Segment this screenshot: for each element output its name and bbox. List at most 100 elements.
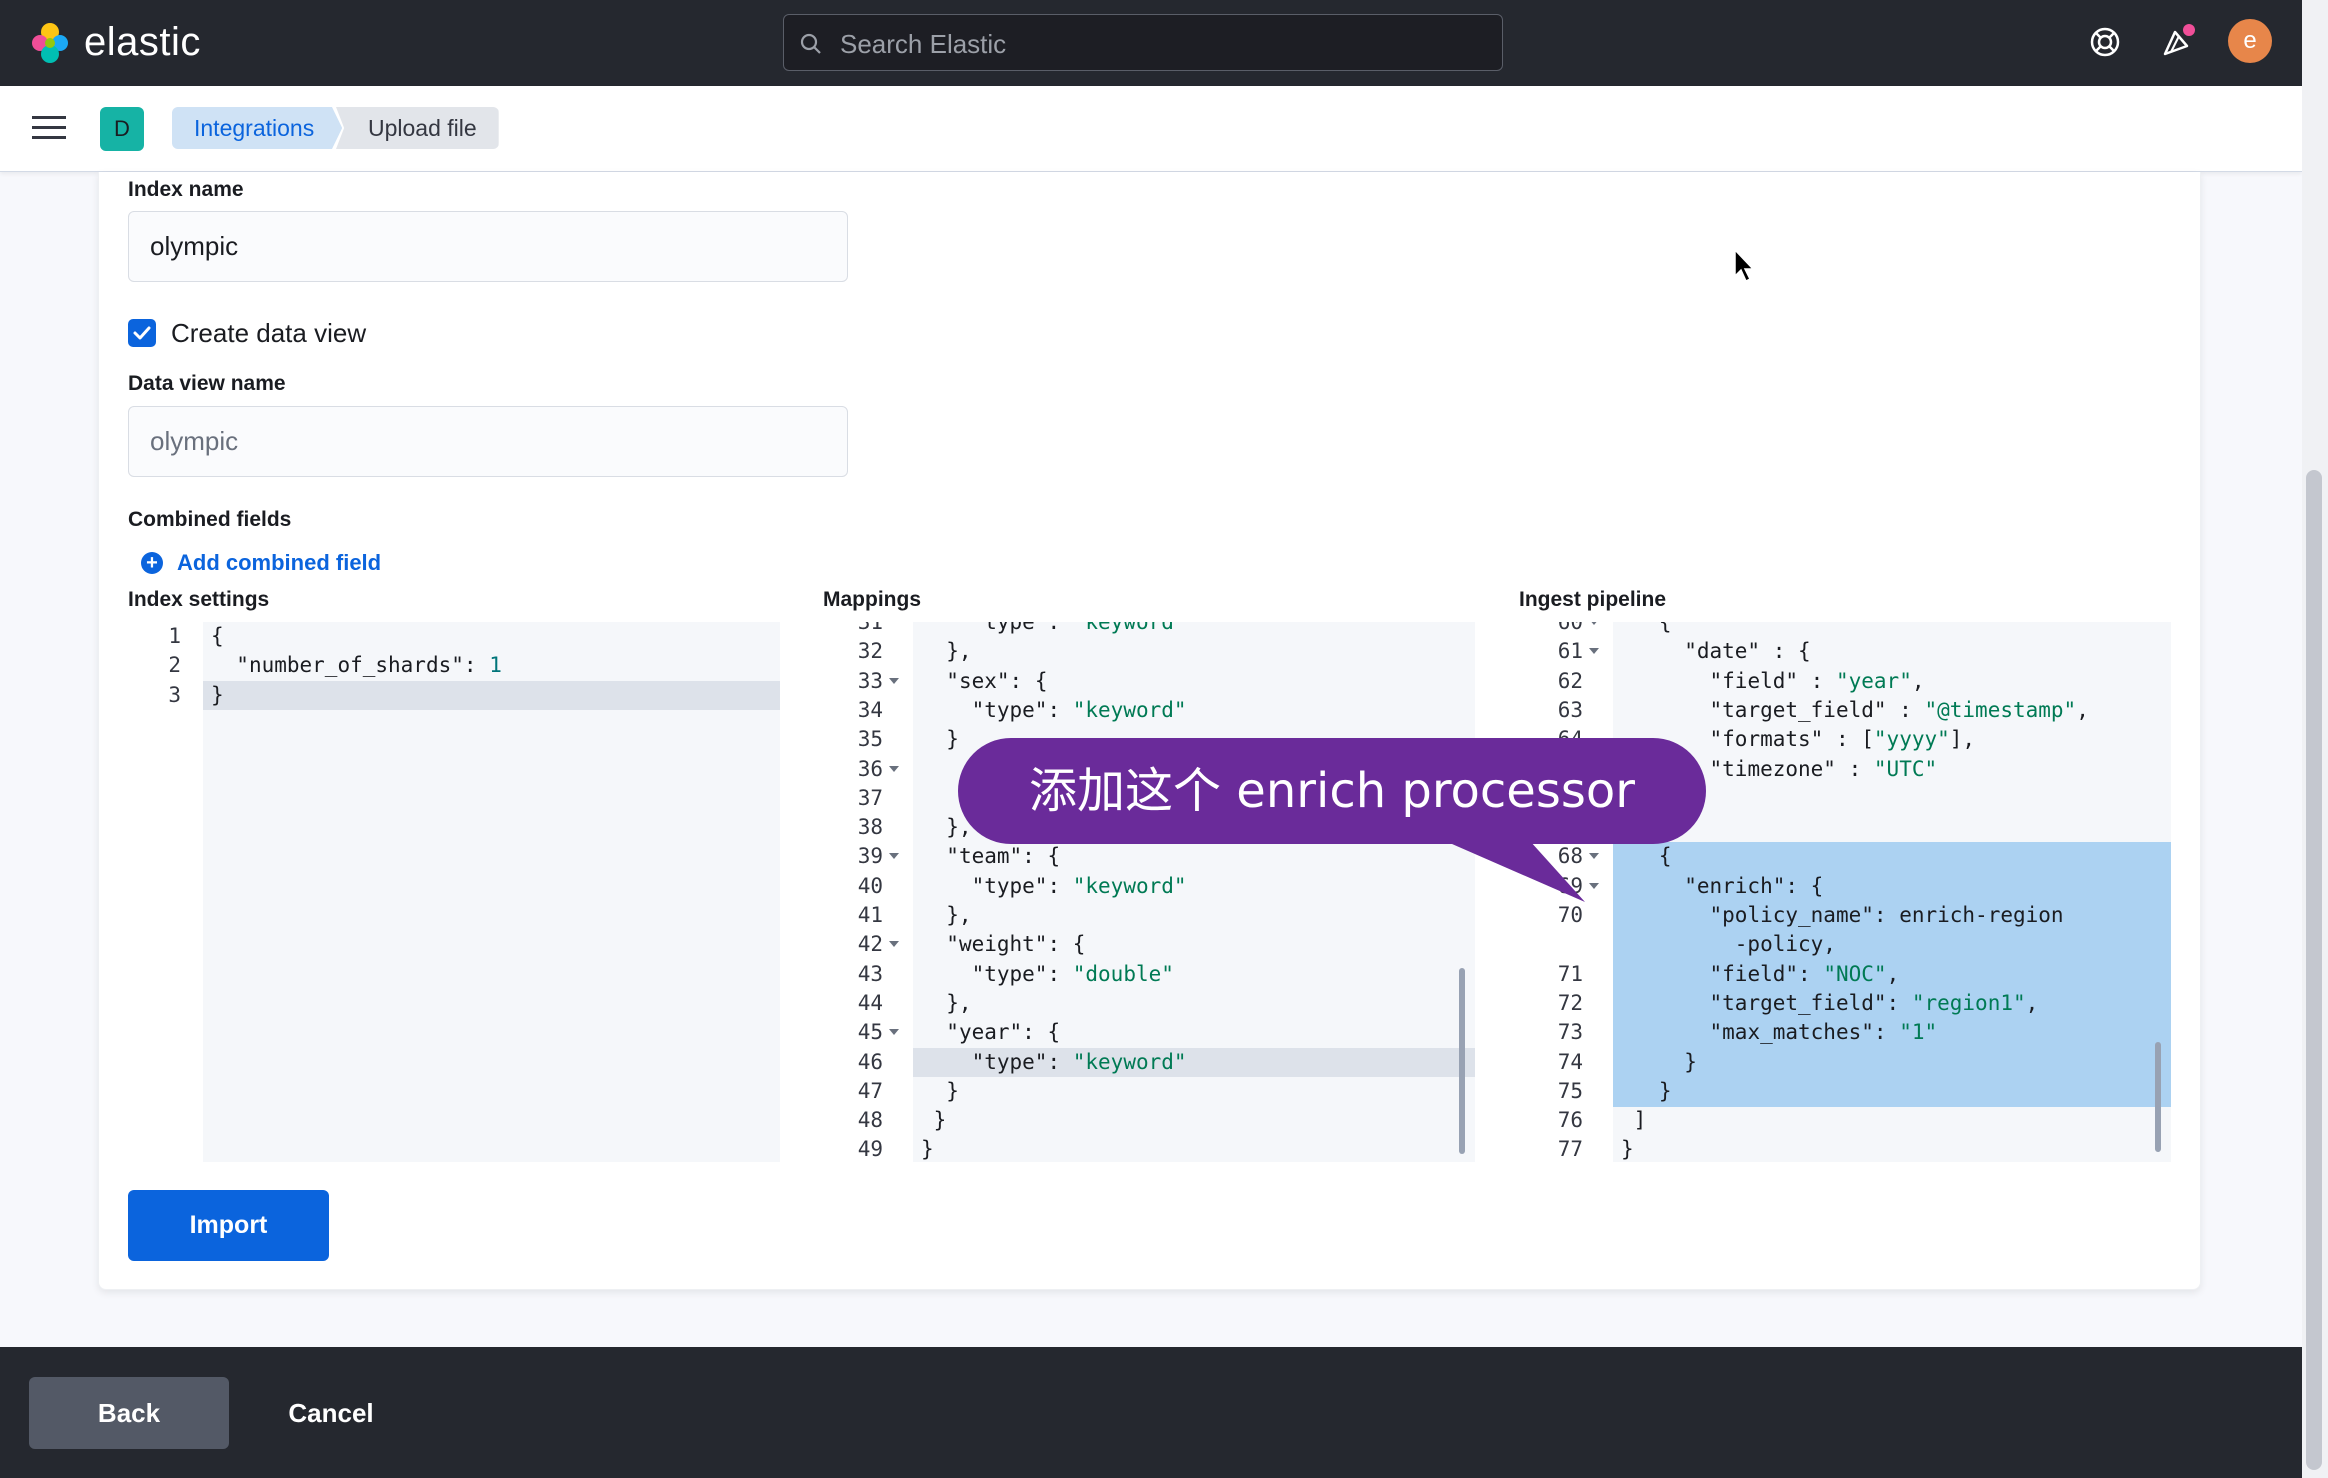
editor-scrollbar[interactable] <box>2155 1042 2161 1152</box>
fold-toggle-icon[interactable] <box>1589 622 1599 625</box>
selection-highlight <box>1613 1076 2171 1107</box>
code-line: } <box>1621 1137 1634 1162</box>
line-number: 42 <box>857 932 883 957</box>
index-settings-label: Index settings <box>128 588 270 611</box>
editor-code: "type": "keyword" }, "sex": { "type": "k… <box>913 622 1475 1162</box>
page-scrollbar-thumb[interactable] <box>2306 470 2322 1470</box>
line-number: 38 <box>857 815 883 840</box>
breadcrumb-bar: D Integrations Upload file <box>0 86 2302 172</box>
search-placeholder: Search Elastic <box>840 29 1007 59</box>
code-line: "target_field": "region1", <box>1709 990 2039 1015</box>
code-line: "type": "keyword" <box>971 873 1187 898</box>
index-name-input[interactable]: olympic <box>128 211 848 282</box>
logo-text: elastic <box>84 20 201 64</box>
mouse-cursor-icon <box>1734 248 1755 283</box>
news-feed-icon[interactable] <box>2157 22 2197 62</box>
menu-icon[interactable] <box>32 114 66 142</box>
search-input[interactable]: Search Elastic <box>783 14 1503 71</box>
code-line: } <box>921 727 959 752</box>
elastic-logo-icon <box>32 22 68 63</box>
code-line: } <box>1621 1049 1697 1074</box>
line-number: 34 <box>857 697 883 722</box>
code-line: "policy_name": enrich-region <box>1709 903 2064 927</box>
fold-toggle-icon[interactable] <box>889 677 899 684</box>
code-line: "weight": { <box>946 932 1086 957</box>
line-number: 63 <box>1557 697 1583 722</box>
top-header: elastic Search Elastic e <box>0 0 2302 86</box>
elastic-logo[interactable]: elastic <box>28 20 201 65</box>
code-line: }, <box>921 815 972 840</box>
create-data-view-label[interactable]: Create data view <box>171 318 366 349</box>
index-name-label: Index name <box>128 178 244 201</box>
code-line: } <box>921 1078 959 1103</box>
fold-toggle-icon[interactable] <box>889 853 899 860</box>
back-button[interactable]: Back <box>29 1377 229 1449</box>
line-number: 41 <box>857 903 883 927</box>
line-number: 48 <box>857 1108 883 1133</box>
index-settings-editor[interactable]: 1 2 3 { "number_of_shards": 1} <box>128 622 780 1162</box>
ingest-pipeline-editor[interactable]: 606162636465666768697071727374757677 { "… <box>1519 622 2171 1162</box>
code-line: "target_field" : "@timestamp", <box>1709 697 2089 722</box>
code-line: "field" : "year", <box>1709 668 1925 693</box>
code-line: { <box>211 624 224 648</box>
code-line: "year": { <box>946 1020 1061 1045</box>
line-number: 74 <box>1557 1049 1583 1074</box>
line-number: 49 <box>857 1137 883 1162</box>
breadcrumb-integrations[interactable]: Integrations <box>172 107 343 149</box>
line-number: 44 <box>857 990 883 1015</box>
line-number: 47 <box>857 1078 883 1103</box>
code-line: }, <box>921 639 972 664</box>
add-combined-field-button[interactable]: + Add combined field <box>141 550 381 576</box>
cancel-button[interactable]: Cancel <box>266 1377 396 1449</box>
line-number: 31 <box>857 622 883 634</box>
mappings-label: Mappings <box>823 588 921 611</box>
create-data-view-checkbox[interactable] <box>128 319 156 347</box>
bottom-bar: Back Cancel <box>0 1347 2302 1478</box>
fold-toggle-icon[interactable] <box>1589 882 1599 889</box>
line-number: 43 <box>857 961 883 986</box>
space-avatar[interactable]: D <box>100 107 144 151</box>
combined-fields-label: Combined fields <box>128 508 292 531</box>
help-icon[interactable] <box>2085 22 2125 62</box>
add-combined-field-label: Add combined field <box>177 550 382 575</box>
fold-toggle-icon[interactable] <box>1589 853 1599 860</box>
line-number: 73 <box>1557 1020 1583 1045</box>
line-number: 39 <box>857 844 883 869</box>
code-line: { <box>1621 622 1672 634</box>
line-number: 45 <box>857 1020 883 1045</box>
code-line: "number_of_shards": 1 <box>236 653 502 678</box>
fold-toggle-icon[interactable] <box>1589 648 1599 655</box>
mappings-editor[interactable]: 31 32 33 34 35 36 37 38 39 40 41 42 43 44 45 46 47 48 49 "… <box>823 622 1475 1162</box>
search-icon <box>800 33 821 54</box>
line-number: 76 <box>1557 1108 1583 1133</box>
code-line: } <box>211 682 224 707</box>
line-number: 3 <box>168 682 181 707</box>
fold-toggle-icon[interactable] <box>889 765 899 772</box>
editor-scrollbar[interactable] <box>1459 968 1465 1154</box>
code-line: ] <box>1621 1108 1647 1133</box>
line-number: 32 <box>857 639 883 664</box>
code-line: -policy, <box>1621 932 1836 957</box>
line-number: 71 <box>1557 961 1583 986</box>
code-line: "sex": { <box>946 668 1048 693</box>
line-number: 40 <box>857 873 883 898</box>
fold-toggle-icon[interactable] <box>889 1029 899 1036</box>
code-line: } <box>921 1108 947 1133</box>
line-number: 33 <box>857 668 883 693</box>
data-view-name-input[interactable]: olympic <box>128 406 848 477</box>
selection-highlight <box>1613 842 2171 873</box>
avatar[interactable]: e <box>2228 19 2272 63</box>
active-line-highlight <box>203 680 780 710</box>
line-number: 60 <box>1557 622 1583 634</box>
code-line: "type": "keyword" <box>971 697 1187 722</box>
editor-gutter: 1 2 3 <box>128 622 203 1162</box>
line-number: 61 <box>1557 639 1583 664</box>
code-line: "team": { <box>946 844 1061 869</box>
import-button[interactable]: Import <box>128 1190 329 1261</box>
line-number: 46 <box>857 1049 883 1074</box>
line-number: 72 <box>1557 990 1583 1015</box>
code-line: "type": "keyword" <box>971 1049 1187 1074</box>
line-number: 75 <box>1557 1078 1583 1103</box>
data-view-name-label: Data view name <box>128 372 286 395</box>
fold-toggle-icon[interactable] <box>889 941 899 948</box>
